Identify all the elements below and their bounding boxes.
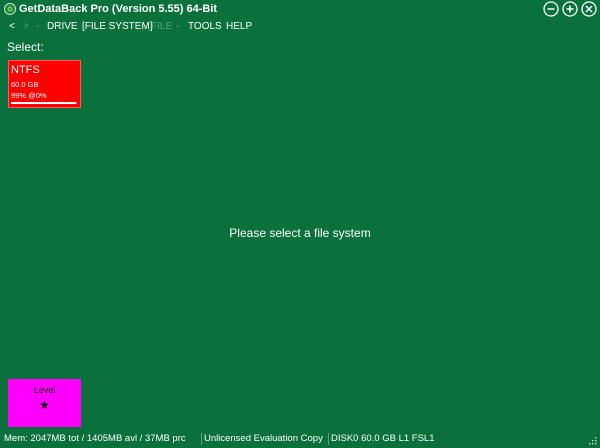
menu-item-help[interactable]: HELP <box>226 21 252 32</box>
getdataback-logo-icon <box>4 3 16 15</box>
file-system-progress-bar <box>11 102 77 104</box>
status-license: Unlicensed Evaluation Copy <box>204 433 323 444</box>
status-disk: DISK0 60.0 GB L1 FSL1 <box>331 433 435 444</box>
menu-item-file-system[interactable]: [FILE SYSTEM] <box>82 21 153 32</box>
level-label: Level <box>33 385 56 395</box>
file-system-name: NTFS <box>11 64 40 76</box>
status-divider <box>328 433 329 445</box>
window-title: GetDataBack Pro (Version 5.55) 64-Bit <box>19 3 218 15</box>
menu-separator: - <box>176 21 180 32</box>
level-tile[interactable]: Level ★ <box>8 379 81 427</box>
menu-item-drive[interactable]: DRIVE <box>47 21 78 32</box>
menu-separator: - <box>36 21 40 32</box>
back-button[interactable]: < <box>9 21 15 32</box>
window-controls <box>543 1 597 17</box>
status-bar: Mem: 2047MB tot / 1405MB avl / 37MB prc … <box>0 431 600 448</box>
resize-grip-icon[interactable] <box>587 435 598 446</box>
menu-separator: - <box>216 21 220 32</box>
file-system-tile-ntfs[interactable]: NTFS 60.0 GB 99% @0% <box>8 60 81 108</box>
minimize-icon[interactable] <box>543 1 559 17</box>
status-memory: Mem: 2047MB tot / 1405MB avl / 37MB prc <box>4 433 186 444</box>
status-divider <box>201 433 202 445</box>
menu-item-file[interactable]: FILE <box>151 21 172 32</box>
close-icon[interactable] <box>581 1 597 17</box>
forward-button[interactable]: > <box>23 21 29 32</box>
file-system-size: 60.0 GB <box>11 80 39 89</box>
select-file-system-message: Please select a file system <box>229 226 371 240</box>
file-system-stat: 99% @0% <box>11 91 47 100</box>
file-system-progress-fill <box>11 102 77 104</box>
select-label: Select: <box>7 40 44 54</box>
title-bar: GetDataBack Pro (Version 5.55) 64-Bit <box>0 0 600 20</box>
maximize-icon[interactable] <box>562 1 578 17</box>
menu-bar: < > - DRIVE [FILE SYSTEM] FILE - TOOLS -… <box>0 21 600 35</box>
star-icon: ★ <box>39 398 50 412</box>
